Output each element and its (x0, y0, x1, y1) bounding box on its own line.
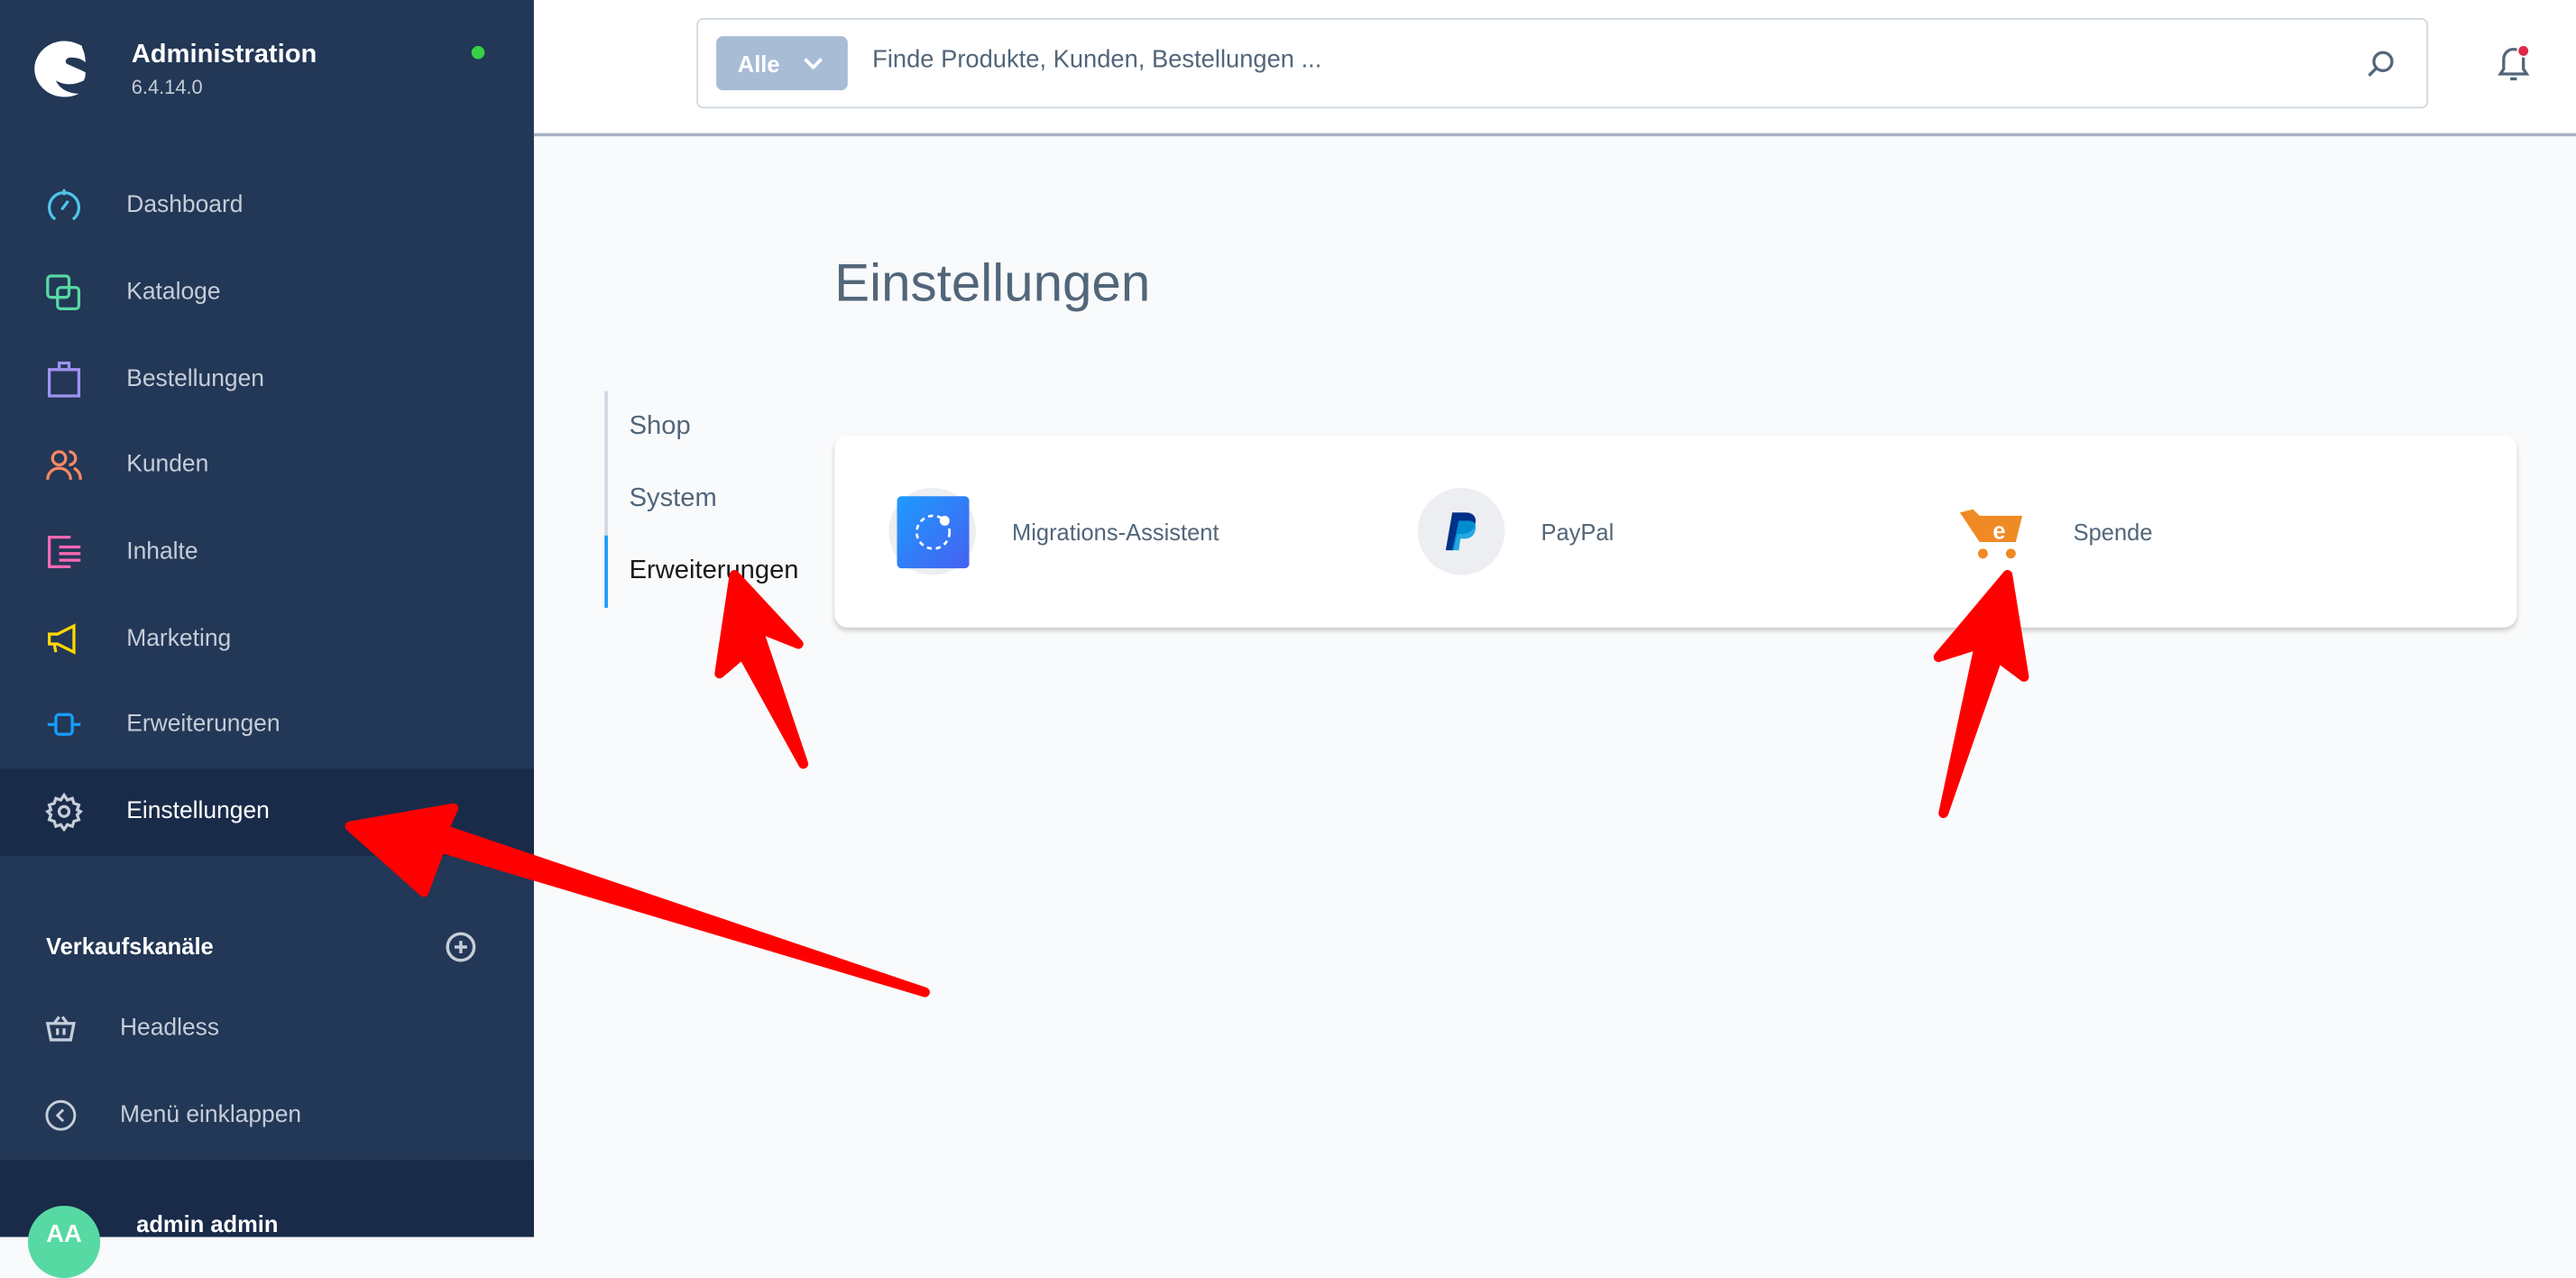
nav-item-dashboard[interactable]: Dashboard (0, 162, 534, 249)
tab-erweiterungen[interactable]: Erweiterungen (604, 535, 799, 608)
sales-channels-heading: Verkaufskanäle (45, 933, 214, 960)
extension-label: Spende (2073, 518, 2153, 545)
sales-channel-headless[interactable]: Headless (44, 1008, 219, 1048)
extension-icon-wrapper (888, 487, 976, 575)
sidebar: Administration 6.4.14.0 Dashboard Katalo… (0, 0, 534, 1278)
extension-paypal[interactable]: PayPal (1417, 487, 1615, 575)
extension-icon-wrapper: e (1950, 488, 2038, 575)
nav-label: Einstellungen (126, 798, 270, 825)
search-type-label: Alle (737, 50, 780, 77)
add-sales-channel-icon[interactable] (446, 932, 477, 963)
search-input[interactable] (872, 45, 2318, 74)
search-icon[interactable] (2366, 50, 2396, 79)
main-nav: Dashboard Kataloge Bestellungen Kunden I… (0, 162, 534, 856)
svg-text:e: e (1992, 519, 2004, 544)
dashboard-icon (48, 189, 81, 221)
megaphone-icon (48, 622, 76, 655)
basket-icon (45, 1016, 76, 1042)
extension-label: Migrations-Assistent (1011, 518, 1219, 545)
nav-label: Kunden (126, 452, 209, 479)
user-menu[interactable]: AA admin admin (0, 1159, 534, 1278)
tab-system[interactable]: System (608, 464, 799, 536)
chevron-left-circle-icon (45, 1099, 77, 1131)
notification-bell-icon[interactable] (2492, 42, 2535, 85)
global-search: Alle (696, 18, 2429, 109)
nav-item-kunden[interactable]: Kunden (0, 422, 534, 509)
tab-shop[interactable]: Shop (608, 391, 799, 463)
top-bar: Alle (533, 0, 2576, 137)
nav-item-marketing[interactable]: Marketing (0, 595, 534, 682)
nav-label: Erweiterungen (126, 712, 281, 739)
sales-channel-label: Headless (119, 1015, 220, 1042)
page-title: Einstellungen (834, 253, 1151, 313)
settings-tabs: Shop System Erweiterungen (604, 391, 799, 608)
extension-migrations-assistent[interactable]: Migrations-Assistent (888, 487, 1219, 575)
nav-item-einstellungen[interactable]: Einstellungen (0, 768, 534, 856)
avatar: AA (27, 1205, 101, 1278)
nav-item-kataloge[interactable]: Kataloge (0, 249, 534, 336)
migration-assistant-icon (896, 495, 969, 568)
collapse-menu-label: Menü einklappen (119, 1102, 302, 1129)
nav-item-bestellungen[interactable]: Bestellungen (0, 336, 534, 422)
nav-label: Bestellungen (126, 365, 264, 392)
status-indicator (471, 45, 485, 60)
nav-label: Kataloge (126, 279, 221, 306)
user-name: admin admin (136, 1210, 279, 1237)
nav-label: Dashboard (126, 192, 244, 219)
nav-label: Inhalte (126, 538, 198, 565)
extension-icon-wrapper (1417, 487, 1505, 575)
extensions-card: Migrations-Assistent PayPal e Spende (834, 435, 2517, 628)
paypal-icon (1444, 511, 1476, 550)
shopware-logo-icon (34, 41, 86, 97)
donation-cart-icon: e (1959, 508, 2022, 558)
nav-item-erweiterungen[interactable]: Erweiterungen (0, 682, 534, 768)
nav-item-inhalte[interactable]: Inhalte (0, 509, 534, 595)
shopping-bag-icon (48, 361, 81, 398)
app-title: Administration (131, 41, 317, 69)
collapse-menu-button[interactable]: Menü einklappen (44, 1096, 301, 1135)
gear-icon (45, 792, 84, 832)
chevron-down-icon (803, 57, 823, 69)
users-icon (46, 450, 82, 481)
content-icon (48, 536, 81, 569)
extension-spende[interactable]: e Spende (1950, 488, 2153, 575)
nav-label: Marketing (126, 625, 232, 652)
search-type-select[interactable]: Alle (716, 36, 848, 91)
app-version: 6.4.14.0 (131, 75, 203, 99)
extension-label: PayPal (1541, 518, 1615, 545)
catalog-icon (46, 274, 81, 311)
plug-icon (47, 713, 81, 737)
